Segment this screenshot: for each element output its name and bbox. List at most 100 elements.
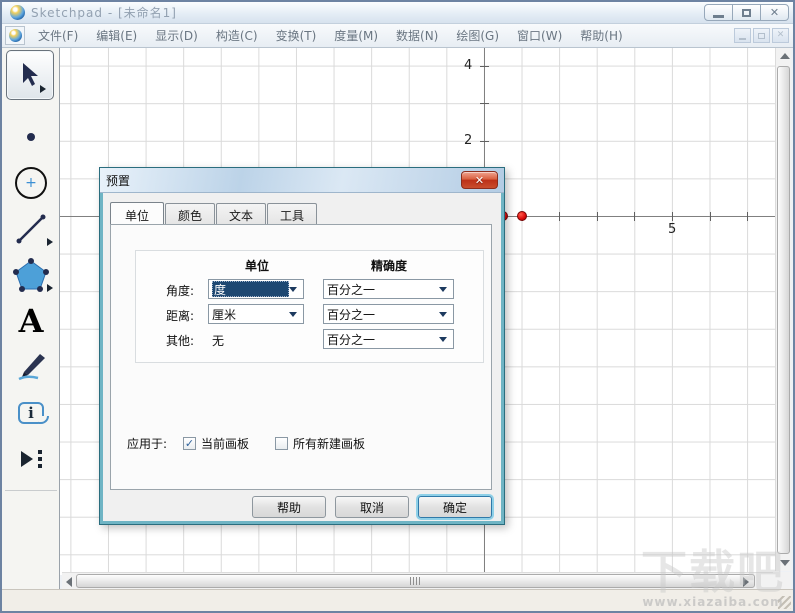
menu-transform[interactable]: 变换(T)	[267, 24, 326, 47]
straightedge-tool[interactable]	[2, 206, 60, 252]
compass-tool[interactable]: +	[2, 160, 60, 206]
menu-window[interactable]: 窗口(W)	[508, 24, 571, 47]
app-icon	[10, 5, 25, 20]
window-title: Sketchpad - [未命名1]	[31, 6, 177, 20]
menu-measure[interactable]: 度量(M)	[325, 24, 387, 47]
dialog-button-row: 帮助 取消 确定	[103, 496, 501, 518]
text-tool[interactable]: A	[2, 298, 60, 344]
angle-unit-dropdown[interactable]: 度	[208, 279, 304, 299]
close-button[interactable]: ✕	[760, 4, 789, 21]
apply-to-label: 应用于:	[127, 437, 168, 451]
ok-button[interactable]: 确定	[418, 496, 492, 518]
tool-flyout-icon	[47, 284, 53, 292]
scroll-right-icon[interactable]	[743, 577, 749, 587]
maximize-button[interactable]	[732, 4, 761, 21]
vertical-scrollbar[interactable]	[775, 48, 791, 571]
angle-precision-dropdown[interactable]: 百分之一	[323, 279, 454, 299]
information-icon: i	[18, 402, 49, 424]
y-axis-tick	[480, 103, 489, 105]
dialog-close-icon: ✕	[474, 173, 485, 187]
scroll-left-icon[interactable]	[66, 577, 72, 587]
menu-bar: 文件(F) 编辑(E) 显示(D) 构造(C) 变换(T) 度量(M) 数据(N…	[2, 24, 793, 48]
resize-grip-icon[interactable]	[778, 596, 791, 609]
polygon-tool[interactable]	[2, 252, 60, 298]
dropdown-arrow-icon	[289, 286, 297, 292]
current-sketch-label: 当前画板	[201, 437, 250, 451]
all-new-sketches-label: 所有新建画板	[293, 437, 366, 451]
current-sketch-option[interactable]: ✓ 当前画板	[183, 435, 249, 452]
custom-tool[interactable]	[2, 436, 60, 482]
straightedge-icon	[16, 214, 46, 244]
toolbox-separator	[4, 490, 57, 491]
marker-tool[interactable]	[2, 344, 60, 390]
dropdown-arrow-icon	[439, 336, 447, 342]
marker-pen-icon	[18, 354, 45, 381]
distance-precision-dropdown[interactable]: 百分之一	[323, 304, 454, 324]
close-icon: ✕	[769, 6, 780, 19]
units-tab-panel: 单位 精确度 角度: 度 百分之一 距离: 厘米 百分之一 其他: 无 百分之一…	[110, 224, 492, 490]
other-row-label: 其他:	[165, 334, 194, 348]
maximize-icon	[742, 8, 751, 17]
information-tool[interactable]: i	[2, 390, 60, 436]
menu-construct[interactable]: 构造(C)	[207, 24, 267, 47]
scroll-down-icon[interactable]	[780, 560, 790, 566]
menu-graph[interactable]: 绘图(G)	[447, 24, 508, 47]
all-new-sketches-checkbox[interactable]	[275, 437, 289, 450]
menu-data[interactable]: 数据(N)	[387, 24, 447, 47]
dropdown-arrow-icon	[289, 311, 297, 317]
y-axis-tick	[480, 65, 489, 67]
current-sketch-checkbox[interactable]: ✓	[183, 437, 196, 450]
y-axis-label-4: 4	[464, 58, 473, 73]
unit-column-header: 单位	[244, 259, 269, 273]
menu-help[interactable]: 帮助(H)	[571, 24, 631, 47]
other-precision-dropdown[interactable]: 百分之一	[323, 329, 454, 349]
compass-icon: +	[15, 167, 47, 199]
mdi-minimize-button[interactable]	[734, 28, 751, 43]
x-axis-tick	[634, 212, 636, 221]
help-button[interactable]: 帮助	[252, 496, 326, 518]
minimize-button[interactable]	[704, 4, 733, 21]
units-groupbox: 单位 精确度 角度: 度 百分之一 距离: 厘米 百分之一 其他: 无 百分之一	[135, 250, 484, 363]
other-unit-value: 无	[212, 334, 225, 348]
checkmark-icon: ✓	[184, 437, 195, 450]
tool-flyout-icon	[47, 238, 53, 246]
dropdown-arrow-icon	[439, 286, 447, 292]
y-axis-tick	[480, 140, 489, 142]
menu-file[interactable]: 文件(F)	[29, 24, 87, 47]
dropdown-arrow-icon	[439, 311, 447, 317]
scroll-up-icon[interactable]	[780, 53, 790, 59]
mdi-close-icon: ✕	[776, 30, 785, 40]
dialog-body: 单位 颜色 文本 工具 单位 精确度 角度: 度 百分之一 距离: 厘米 百分之…	[103, 193, 501, 521]
x-axis-label-5: 5	[668, 222, 677, 237]
mdi-system-menu-button[interactable]	[5, 26, 25, 45]
horizontal-scrollbar[interactable]	[62, 572, 773, 589]
mdi-close-button[interactable]: ✕	[772, 28, 789, 43]
dialog-close-button[interactable]: ✕	[461, 171, 498, 189]
scrollbar-corner	[773, 572, 791, 589]
all-new-sketches-option[interactable]: 所有新建画板	[275, 435, 365, 452]
mdi-restore-icon	[758, 32, 765, 39]
unit-point[interactable]	[517, 211, 527, 221]
selection-arrow-tool[interactable]	[6, 50, 54, 100]
app-icon-small	[8, 29, 22, 42]
point-tool[interactable]	[2, 114, 60, 160]
status-bar	[2, 589, 793, 611]
other-precision-value: 百分之一	[327, 332, 376, 347]
menu-display[interactable]: 显示(D)	[146, 24, 207, 47]
custom-tool-icon	[20, 450, 42, 468]
vertical-scrollbar-thumb[interactable]	[777, 66, 790, 554]
menu-edit[interactable]: 编辑(E)	[87, 24, 146, 47]
x-axis-tick	[596, 212, 598, 221]
angle-unit-value: 度	[212, 281, 289, 297]
dialog-title-bar[interactable]: 预置 ✕	[100, 168, 504, 193]
angle-row-label: 角度:	[165, 284, 194, 298]
point-icon	[27, 133, 35, 141]
mdi-restore-button[interactable]	[753, 28, 770, 43]
x-axis-tick	[747, 212, 749, 221]
horizontal-scrollbar-thumb[interactable]	[76, 574, 755, 588]
angle-precision-value: 百分之一	[327, 282, 376, 297]
distance-unit-value: 厘米	[212, 307, 237, 322]
x-axis-tick	[672, 212, 673, 221]
cancel-button[interactable]: 取消	[335, 496, 409, 518]
distance-unit-dropdown[interactable]: 厘米	[208, 304, 304, 324]
